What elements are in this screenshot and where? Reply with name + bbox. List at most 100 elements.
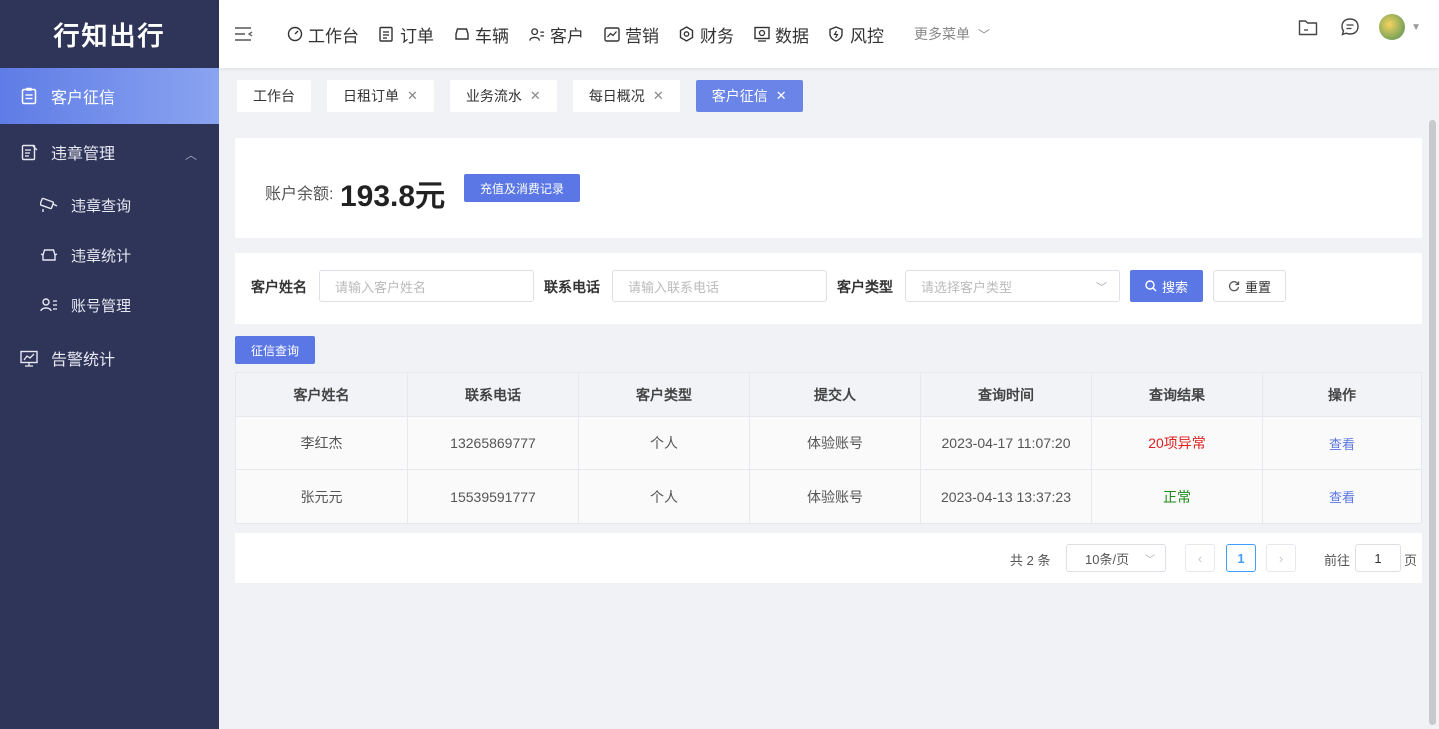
car-icon xyxy=(40,246,58,264)
shield-icon xyxy=(829,26,845,42)
sidebar-item-credit[interactable]: 客户征信 xyxy=(0,68,219,124)
balance-value: 193.8元 xyxy=(340,180,446,213)
close-icon[interactable]: ✕ xyxy=(530,88,541,104)
nav-item-vehicles[interactable]: 车辆 xyxy=(454,22,509,47)
folder-icon[interactable] xyxy=(1297,16,1319,38)
nav-item-risk[interactable]: 风控 xyxy=(829,22,884,47)
cell-query-result: 20项异常 xyxy=(1092,417,1263,469)
nav-item-marketing[interactable]: 营销 xyxy=(604,22,659,47)
header-query-result: 查询结果 xyxy=(1092,373,1263,416)
nav-item-label: 工作台 xyxy=(308,26,359,46)
customer-type-select[interactable]: 请选择客户类型 ﹀ xyxy=(905,270,1120,302)
cell-submitter: 体验账号 xyxy=(750,470,921,523)
chevron-down-icon: ﹀ xyxy=(978,27,991,42)
customer-name-label: 客户姓名 xyxy=(251,279,307,295)
sidebar-item-violation[interactable]: 违章管理 ︿ xyxy=(0,124,219,180)
nav-more-menu[interactable]: 更多菜单 ﹀ xyxy=(914,24,990,44)
goto-label: 前往 xyxy=(1324,553,1351,568)
cell-query-time: 2023-04-17 11:07:20 xyxy=(921,417,1092,469)
tab-label: 日租订单 xyxy=(343,88,399,104)
nav-item-label: 数据 xyxy=(775,26,809,46)
data-icon xyxy=(754,26,770,42)
order-icon xyxy=(379,26,395,42)
users-icon xyxy=(529,26,545,42)
table-row: 李红杰 13265869777 个人 体验账号 2023-04-17 11:07… xyxy=(236,417,1421,470)
nav-item-customers[interactable]: 客户 xyxy=(529,22,584,47)
cell-query-time: 2023-04-13 13:37:23 xyxy=(921,470,1092,523)
nav-item-label: 客户 xyxy=(550,26,584,46)
customer-name-input[interactable]: 请输入客户姓名 xyxy=(319,270,534,302)
tab-business-flow[interactable]: 业务流水 ✕ xyxy=(449,80,557,112)
close-icon[interactable]: ✕ xyxy=(407,88,418,104)
cell-customer-type: 个人 xyxy=(579,470,750,523)
tab-label: 客户征信 xyxy=(711,88,768,104)
cell-customer-name: 李红杰 xyxy=(236,417,408,469)
balance-panel: 账户余额: 193.8元 充值及消费记录 xyxy=(235,138,1422,238)
customer-name-placeholder: 请输入客户姓名 xyxy=(335,279,427,295)
prev-page-button[interactable]: ‹ xyxy=(1185,544,1215,572)
reset-button[interactable]: 重置 xyxy=(1213,270,1286,302)
vertical-scrollbar[interactable] xyxy=(1429,120,1436,725)
sidebar-subitem-label: 违章查询 xyxy=(71,197,132,215)
customer-type-placeholder: 请选择客户类型 xyxy=(921,279,1013,295)
view-link[interactable]: 查看 xyxy=(1329,434,1355,453)
cell-customer-type: 个人 xyxy=(579,417,750,469)
nav-item-finance[interactable]: 财务 xyxy=(679,22,734,47)
cell-query-result: 正常 xyxy=(1092,470,1263,523)
sidebar-item-alarm[interactable]: 告警统计 xyxy=(0,330,219,386)
header-customer-type: 客户类型 xyxy=(579,373,750,416)
sidebar-subitem-violation-stats[interactable]: 违章统计 xyxy=(0,230,219,280)
search-button[interactable]: 搜索 xyxy=(1130,270,1203,302)
query-result-text: 正常 xyxy=(1163,488,1191,505)
sidebar-item-label: 客户征信 xyxy=(51,90,116,107)
credit-query-button[interactable]: 征信查询 xyxy=(235,336,315,364)
page-number-button[interactable]: 1 xyxy=(1226,544,1256,572)
tab-customer-credit[interactable]: 客户征信 ✕ xyxy=(695,80,803,112)
clipboard-icon xyxy=(20,87,38,105)
tab-workbench[interactable]: 工作台 xyxy=(237,80,311,112)
header-actions: 操作 xyxy=(1328,386,1356,403)
page-size-value: 10条/页 xyxy=(1085,551,1130,567)
refresh-icon xyxy=(1228,280,1240,292)
sidebar-subitem-violation-query[interactable]: 违章查询 xyxy=(0,180,219,230)
sidebar-subitem-label: 账号管理 xyxy=(71,297,132,315)
nav-item-workbench[interactable]: 工作台 xyxy=(287,22,359,47)
credit-records-table: 客户姓名 联系电话 客户类型 提交人 查询时间 查询结果 操作 李红杰 1326… xyxy=(235,372,1422,524)
sidebar-subitem-account[interactable]: 账号管理 xyxy=(0,280,219,330)
nav-item-label: 风控 xyxy=(850,26,884,46)
tab-label: 业务流水 xyxy=(465,88,522,104)
chevron-down-icon: ﹀ xyxy=(1145,555,1155,566)
header-phone: 联系电话 xyxy=(408,373,579,416)
cell-submitter: 体验账号 xyxy=(750,417,921,469)
header-submitter: 提交人 xyxy=(750,373,921,416)
chevron-down-icon: ﹀ xyxy=(1096,282,1107,294)
phone-input[interactable]: 请输入联系电话 xyxy=(612,270,827,302)
recharge-records-button[interactable]: 充值及消费记录 xyxy=(464,174,580,202)
cell-customer-name: 张元元 xyxy=(236,470,408,523)
sidebar-item-label: 告警统计 xyxy=(51,352,116,369)
header-customer-name: 客户姓名 xyxy=(236,373,408,416)
goto-page-input[interactable]: 1 xyxy=(1355,544,1401,572)
pagination-total: 共 2 条 xyxy=(1010,553,1051,568)
balance-label: 账户余额: xyxy=(265,186,334,203)
close-icon[interactable]: ✕ xyxy=(776,88,787,104)
camera-icon xyxy=(40,196,58,214)
monitor-chart-icon xyxy=(20,349,38,367)
menu-fold-icon[interactable] xyxy=(235,24,255,44)
tab-daily-overview[interactable]: 每日概况 ✕ xyxy=(572,80,680,112)
close-icon[interactable]: ✕ xyxy=(653,88,664,104)
page-size-select[interactable]: 10条/页 ﹀ xyxy=(1066,544,1166,572)
nav-item-data[interactable]: 数据 xyxy=(754,22,809,47)
avatar[interactable] xyxy=(1379,14,1406,40)
nav-item-orders[interactable]: 订单 xyxy=(379,22,434,47)
tab-daily-rental-orders[interactable]: 日租订单 ✕ xyxy=(327,80,434,112)
chat-icon[interactable] xyxy=(1339,16,1361,38)
top-nav-bar: 工作台 订单 车辆 客户 营销 财务 数据 风控 更多菜单 ﹀ ▼ xyxy=(219,0,1439,68)
chevron-right-icon: › xyxy=(1278,550,1284,566)
caret-down-icon[interactable]: ▼ xyxy=(1411,22,1421,33)
view-link[interactable]: 查看 xyxy=(1329,487,1355,506)
app-logo: 行知出行 xyxy=(53,20,166,51)
sidebar-subitem-label: 违章统计 xyxy=(71,247,132,265)
next-page-button[interactable]: › xyxy=(1266,544,1296,572)
cell-actions: 查看 xyxy=(1263,417,1421,469)
